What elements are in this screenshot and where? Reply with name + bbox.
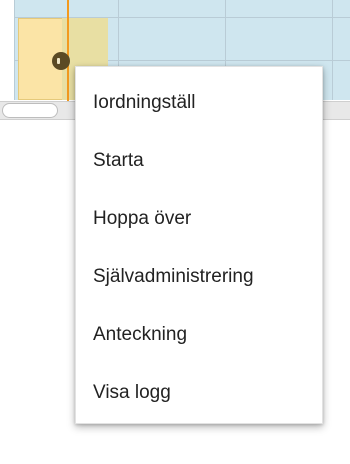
grid-line [332,0,333,100]
menu-item-note[interactable]: Anteckning [76,306,322,364]
menu-item-show-log[interactable]: Visa logg [76,364,322,422]
menu-item-prepare[interactable]: Iordningställ [76,74,322,132]
time-gutter [0,0,15,100]
screen: Iordningställ Starta Hoppa över Självadm… [0,0,350,464]
menu-item-self-administration[interactable]: Självadministrering [76,248,322,306]
menu-item-skip[interactable]: Hoppa över [76,190,322,248]
drag-handle-icon[interactable] [52,52,70,70]
menu-item-start[interactable]: Starta [76,132,322,190]
context-menu: Iordningställ Starta Hoppa över Självadm… [75,66,323,424]
scrollbar-thumb[interactable] [2,103,58,118]
